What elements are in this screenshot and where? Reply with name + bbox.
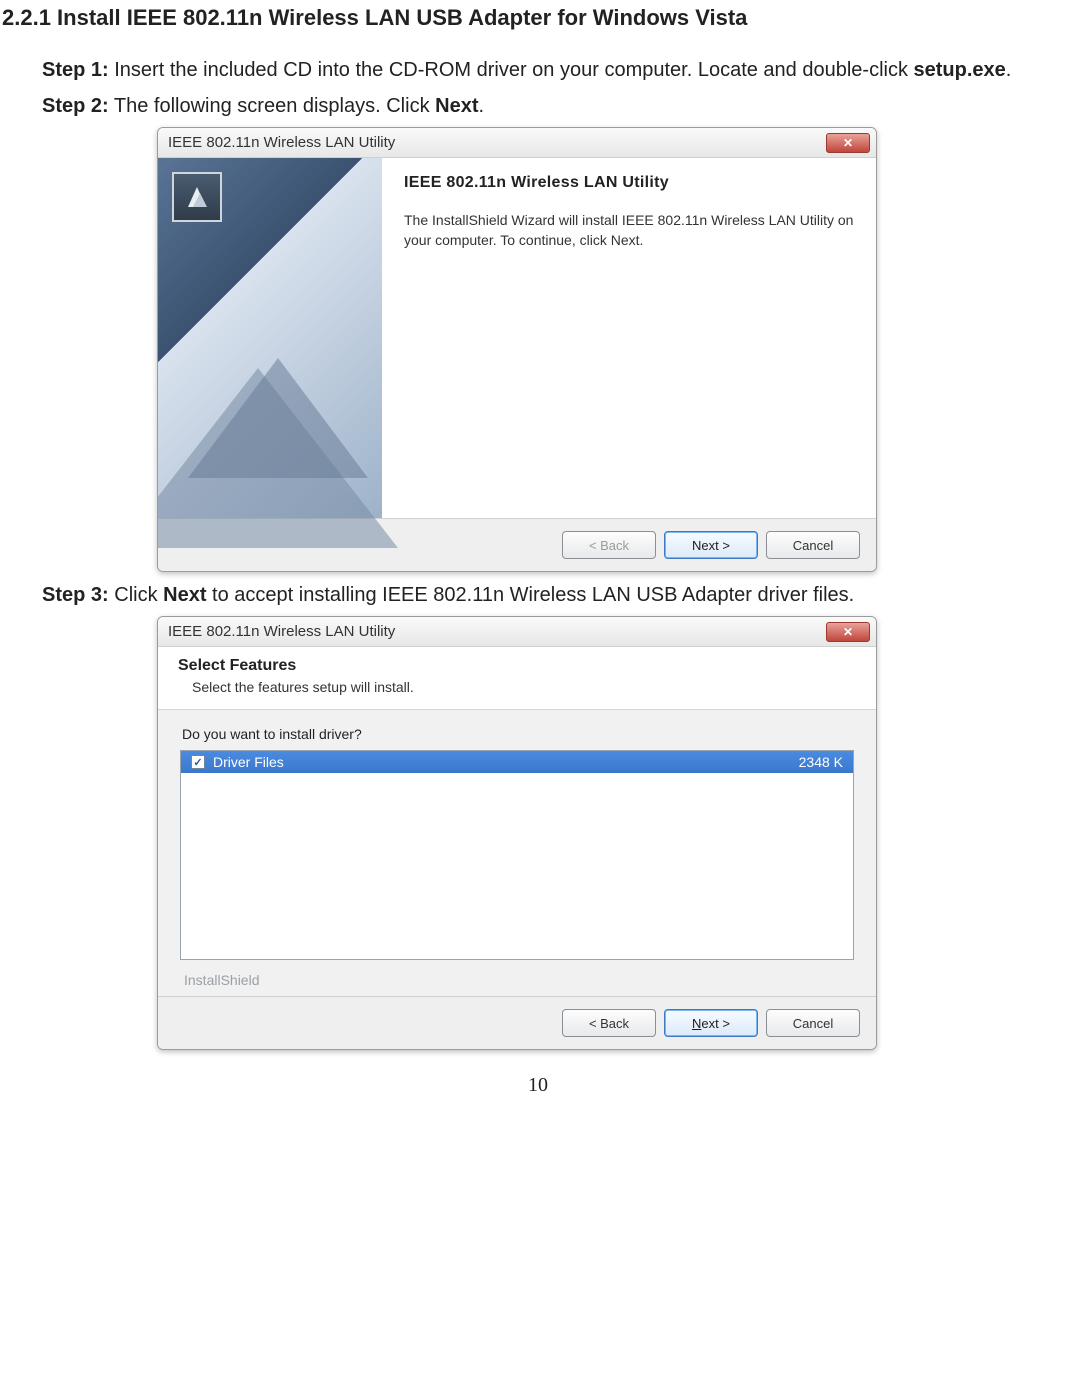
feature-item-driver-files[interactable]: ✓ Driver Files 2348 K (181, 751, 853, 773)
step-2-text-b: . (478, 95, 484, 117)
close-button[interactable]: ✕ (826, 622, 870, 642)
step-1-text-b: . (1006, 59, 1012, 81)
checkbox-driver-files[interactable]: ✓ (191, 755, 205, 769)
step-1-label: Step 1: (42, 59, 109, 81)
step-3-bold: Next (163, 584, 206, 606)
features-title: Select Features (178, 657, 856, 675)
window-title: IEEE 802.11n Wireless LAN Utility (168, 623, 826, 640)
close-icon: ✕ (843, 136, 853, 150)
step-1-bold: setup.exe (914, 59, 1006, 81)
wizard-side-graphic (158, 158, 382, 518)
button-bar: < Back Next > Cancel (158, 996, 876, 1049)
wizard-heading: IEEE 802.11n Wireless LAN Utility (404, 174, 854, 192)
installer-dialog-features: IEEE 802.11n Wireless LAN Utility ✕ Sele… (157, 616, 877, 1050)
close-button[interactable]: ✕ (826, 133, 870, 153)
window-title: IEEE 802.11n Wireless LAN Utility (168, 134, 826, 151)
step-3-label: Step 3: (42, 584, 109, 606)
close-icon: ✕ (843, 625, 853, 639)
step-3-text-b: to accept installing IEEE 802.11n Wirele… (207, 584, 855, 606)
step-1-text-a: Insert the included CD into the CD-ROM d… (109, 59, 914, 81)
step-3-text-a: Click (109, 584, 163, 606)
step-2: Step 2: The following screen displays. C… (42, 91, 1074, 121)
step-2-bold: Next (435, 95, 478, 117)
cancel-button[interactable]: Cancel (766, 1009, 860, 1037)
back-button[interactable]: < Back (562, 1009, 656, 1037)
step-2-text-a: The following screen displays. Click (109, 95, 435, 117)
section-heading: 2.2.1 Install IEEE 802.11n Wireless LAN … (2, 5, 1074, 31)
titlebar: IEEE 802.11n Wireless LAN Utility ✕ (158, 617, 876, 647)
step-1: Step 1: Insert the included CD into the … (42, 55, 1074, 85)
wizard-body-text: The InstallShield Wizard will install IE… (404, 210, 854, 251)
installer-logo-icon (172, 172, 222, 222)
page-number: 10 (2, 1074, 1074, 1097)
next-button[interactable]: Next > (664, 531, 758, 559)
features-listbox[interactable]: ✓ Driver Files 2348 K (180, 750, 854, 960)
feature-item-size: 2348 K (799, 754, 843, 770)
features-subtitle: Select the features setup will install. (192, 679, 856, 695)
back-button: < Back (562, 531, 656, 559)
step-3: Step 3: Click Next to accept installing … (42, 580, 1074, 610)
installer-dialog-welcome: IEEE 802.11n Wireless LAN Utility ✕ IEEE… (157, 127, 877, 572)
titlebar: IEEE 802.11n Wireless LAN Utility ✕ (158, 128, 876, 158)
install-question: Do you want to install driver? (182, 726, 854, 742)
step-2-label: Step 2: (42, 95, 109, 117)
installshield-label: InstallShield (180, 960, 854, 988)
cancel-button[interactable]: Cancel (766, 531, 860, 559)
next-button[interactable]: Next > (664, 1009, 758, 1037)
feature-item-label: Driver Files (213, 754, 799, 770)
